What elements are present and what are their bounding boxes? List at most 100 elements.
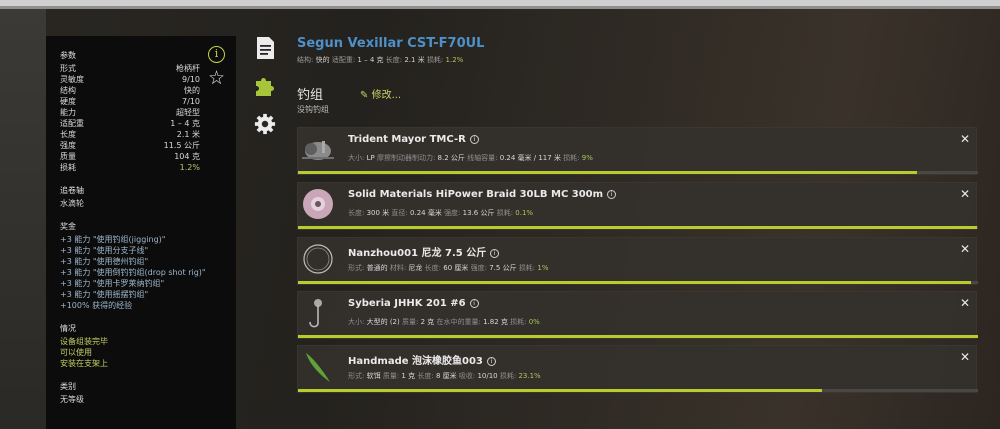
close-icon[interactable]: ✕: [960, 187, 970, 201]
stat-label: 硬度: [60, 97, 76, 106]
info-icon[interactable]: i: [607, 190, 617, 199]
stat-row: 灵敏度 9/10: [60, 74, 200, 85]
rod-length-value: 2.1 米: [404, 56, 425, 64]
tackle-name-text: Syberia JHHK 201 #6: [348, 298, 466, 309]
stat-value: 1 – 4 克: [170, 119, 200, 128]
meta-value: 1.82 克: [483, 318, 508, 326]
bonus-item: +3 能力 "使用分支子线": [60, 246, 149, 255]
info-icon[interactable]: i: [490, 249, 500, 258]
window-top-bar: [0, 0, 1000, 9]
stat-row: 长度 2.1 米: [60, 129, 200, 140]
close-icon[interactable]: ✕: [960, 132, 970, 146]
meta-value: 大型的 (2): [366, 318, 400, 326]
tackle-name: Trident Mayor TMC-R i: [348, 134, 479, 145]
meta-label: 直径:: [391, 209, 408, 217]
status-item: 设备组装完毕: [60, 337, 108, 346]
stats-panel: i ☆ 参数 形式 枪柄杆 灵敏度 9/10 结构 快的 硬度 7/10 能力 超轻型 适配重 1 –…: [46, 36, 236, 429]
tackle-card[interactable]: Trident Mayor TMC-R i 大小: LP 摩擦制动器制动力: 8.2…: [297, 127, 978, 175]
stat-row: 能力 超轻型: [60, 107, 200, 118]
tackle-thumbnail: [300, 131, 336, 167]
condition-bar: [298, 281, 978, 284]
meta-label: 长度:: [348, 209, 365, 217]
reel-header: 追卷轴: [60, 186, 84, 195]
stat-rows: 形式 枪柄杆 灵敏度 9/10 结构 快的 硬度 7/10 能力 超轻型 适配重 1 – 4 克长度 2…: [60, 63, 226, 173]
meta-value: 0%: [528, 318, 540, 326]
category-value: 无等级: [60, 395, 84, 404]
close-icon[interactable]: ✕: [960, 242, 970, 256]
tackle-meta: 大小: 大型的 (2) 质量: 2 克 在水中的重量: 1.82 克 损耗: 0…: [348, 317, 540, 327]
modify-button[interactable]: ✎ 修改...: [360, 86, 401, 101]
stat-label: 灵敏度: [60, 75, 84, 84]
rod-header: Segun Vexillar CST-F70UL 结构: 快的 适配重: 1 –…: [297, 36, 484, 65]
meta-value: 0.24 毫米: [410, 209, 442, 217]
gear-icon[interactable]: [254, 112, 276, 136]
stat-label: 强度: [60, 141, 76, 150]
info-icon[interactable]: i: [208, 46, 225, 63]
document-icon[interactable]: [254, 36, 276, 60]
meta-value: 23.1%: [518, 372, 541, 380]
stat-row: 适配重 1 – 4 克: [60, 118, 200, 129]
tackle-card[interactable]: Handmade 泡沫橡胶鱼003 i 形式: 软饵 质量: 1 克 长度: 8 厘…: [297, 345, 978, 393]
meta-label: 质量:: [382, 372, 400, 380]
status-block: 情况 设备组装完毕 可以使用 安装在支架上: [60, 323, 226, 369]
meta-label: 强度:: [470, 264, 487, 272]
tackle-thumbnail: [300, 349, 336, 385]
tackle-name: Handmade 泡沫橡胶鱼003 i: [348, 352, 496, 367]
status-list: 设备组装完毕 可以使用 安装在支架上: [60, 336, 226, 369]
meta-value: 2 克: [420, 318, 435, 326]
category-block: 类别 无等级: [60, 381, 226, 405]
stat-row: 结构 快的: [60, 85, 200, 96]
condition-bar-fill: [298, 389, 822, 392]
tackle-name: Nanzhou001 尼龙 7.5 公斤 i: [348, 244, 500, 259]
tackle-name: Syberia JHHK 201 #6 i: [348, 298, 479, 309]
stat-value: 1.2%: [179, 163, 200, 172]
tackle-name-text: Nanzhou001 尼龙 7.5 公斤: [348, 248, 487, 259]
meta-value: 9%: [581, 154, 593, 162]
meta-value: 10/10: [477, 372, 498, 380]
info-icon[interactable]: i: [469, 299, 479, 308]
reel-block: 追卷轴 水滴轮: [60, 185, 226, 209]
meta-value: 8.2 公斤: [437, 154, 465, 162]
status-item: 可以使用: [60, 348, 92, 357]
meta-value: 尼龙: [408, 264, 423, 272]
tackle-meta: 形式: 普通的 材料: 尼龙 长度: 60 厘米 强度: 7.5 公斤 损耗: …: [348, 263, 549, 273]
bonus-item: +3 能力 "使用德州钓组": [60, 257, 149, 266]
status-header: 情况: [60, 324, 76, 333]
gear-title: 钓组: [297, 88, 324, 103]
close-icon[interactable]: ✕: [960, 296, 970, 310]
info-icon[interactable]: i: [486, 357, 496, 366]
stats-icons: i ☆: [208, 46, 228, 88]
tackle-card[interactable]: Solid Materials HiPower Braid 30LB MC 30…: [297, 182, 978, 230]
tackle-name-text: Handmade 泡沫橡胶鱼003: [348, 356, 483, 367]
meta-label: 吸收:: [458, 372, 476, 380]
tackle-thumbnail: [300, 295, 336, 331]
meta-label: 长度:: [417, 372, 434, 380]
condition-bar-fill: [298, 335, 978, 338]
condition-bar-fill: [298, 226, 978, 229]
meta-label: 损耗:: [563, 154, 580, 162]
meta-value: 13.6 公斤: [462, 209, 495, 217]
close-icon[interactable]: ✕: [960, 350, 970, 364]
rod-meta: 结构: 快的 适配重: 1 – 4 克 长度: 2.1 米 损耗: 1.2%: [297, 55, 484, 65]
meta-label: 大小:: [348, 154, 365, 162]
condition-bar-fill: [298, 171, 917, 174]
tackle-card[interactable]: Nanzhou001 尼龙 7.5 公斤 i 形式: 普通的 材料: 尼龙 长度: …: [297, 237, 978, 285]
puzzle-icon[interactable]: [254, 74, 276, 98]
meta-label: 线轴容量:: [467, 154, 498, 162]
tackle-meta: 长度: 300 米 直径: 0.24 毫米 强度: 13.6 公斤 损耗: 0.…: [348, 208, 533, 218]
tackle-card[interactable]: Syberia JHHK 201 #6 i 大小: 大型的 (2) 质量: 2 克 …: [297, 291, 978, 339]
bonus-item: +3 能力 "使用钓组(jigging)": [60, 235, 166, 244]
stat-row: 形式 枪柄杆: [60, 63, 200, 74]
rod-wear-value: 1.2%: [445, 56, 464, 64]
star-icon[interactable]: ☆: [208, 69, 228, 88]
tackle-meta: 大小: LP 摩擦制动器制动力: 8.2 公斤 线轴容量: 0.24 毫米 / …: [348, 153, 593, 163]
stat-label: 结构: [60, 86, 76, 95]
scene-backdrop: [0, 9, 46, 429]
stat-value: 11.5 公斤: [163, 141, 200, 150]
category-header: 类别: [60, 382, 76, 391]
meta-label: 损耗:: [510, 318, 527, 326]
info-icon[interactable]: i: [469, 135, 479, 144]
params-header: 参数: [60, 51, 76, 60]
edit-icon: ✎: [360, 90, 369, 101]
meta-label: 质量:: [401, 318, 419, 326]
